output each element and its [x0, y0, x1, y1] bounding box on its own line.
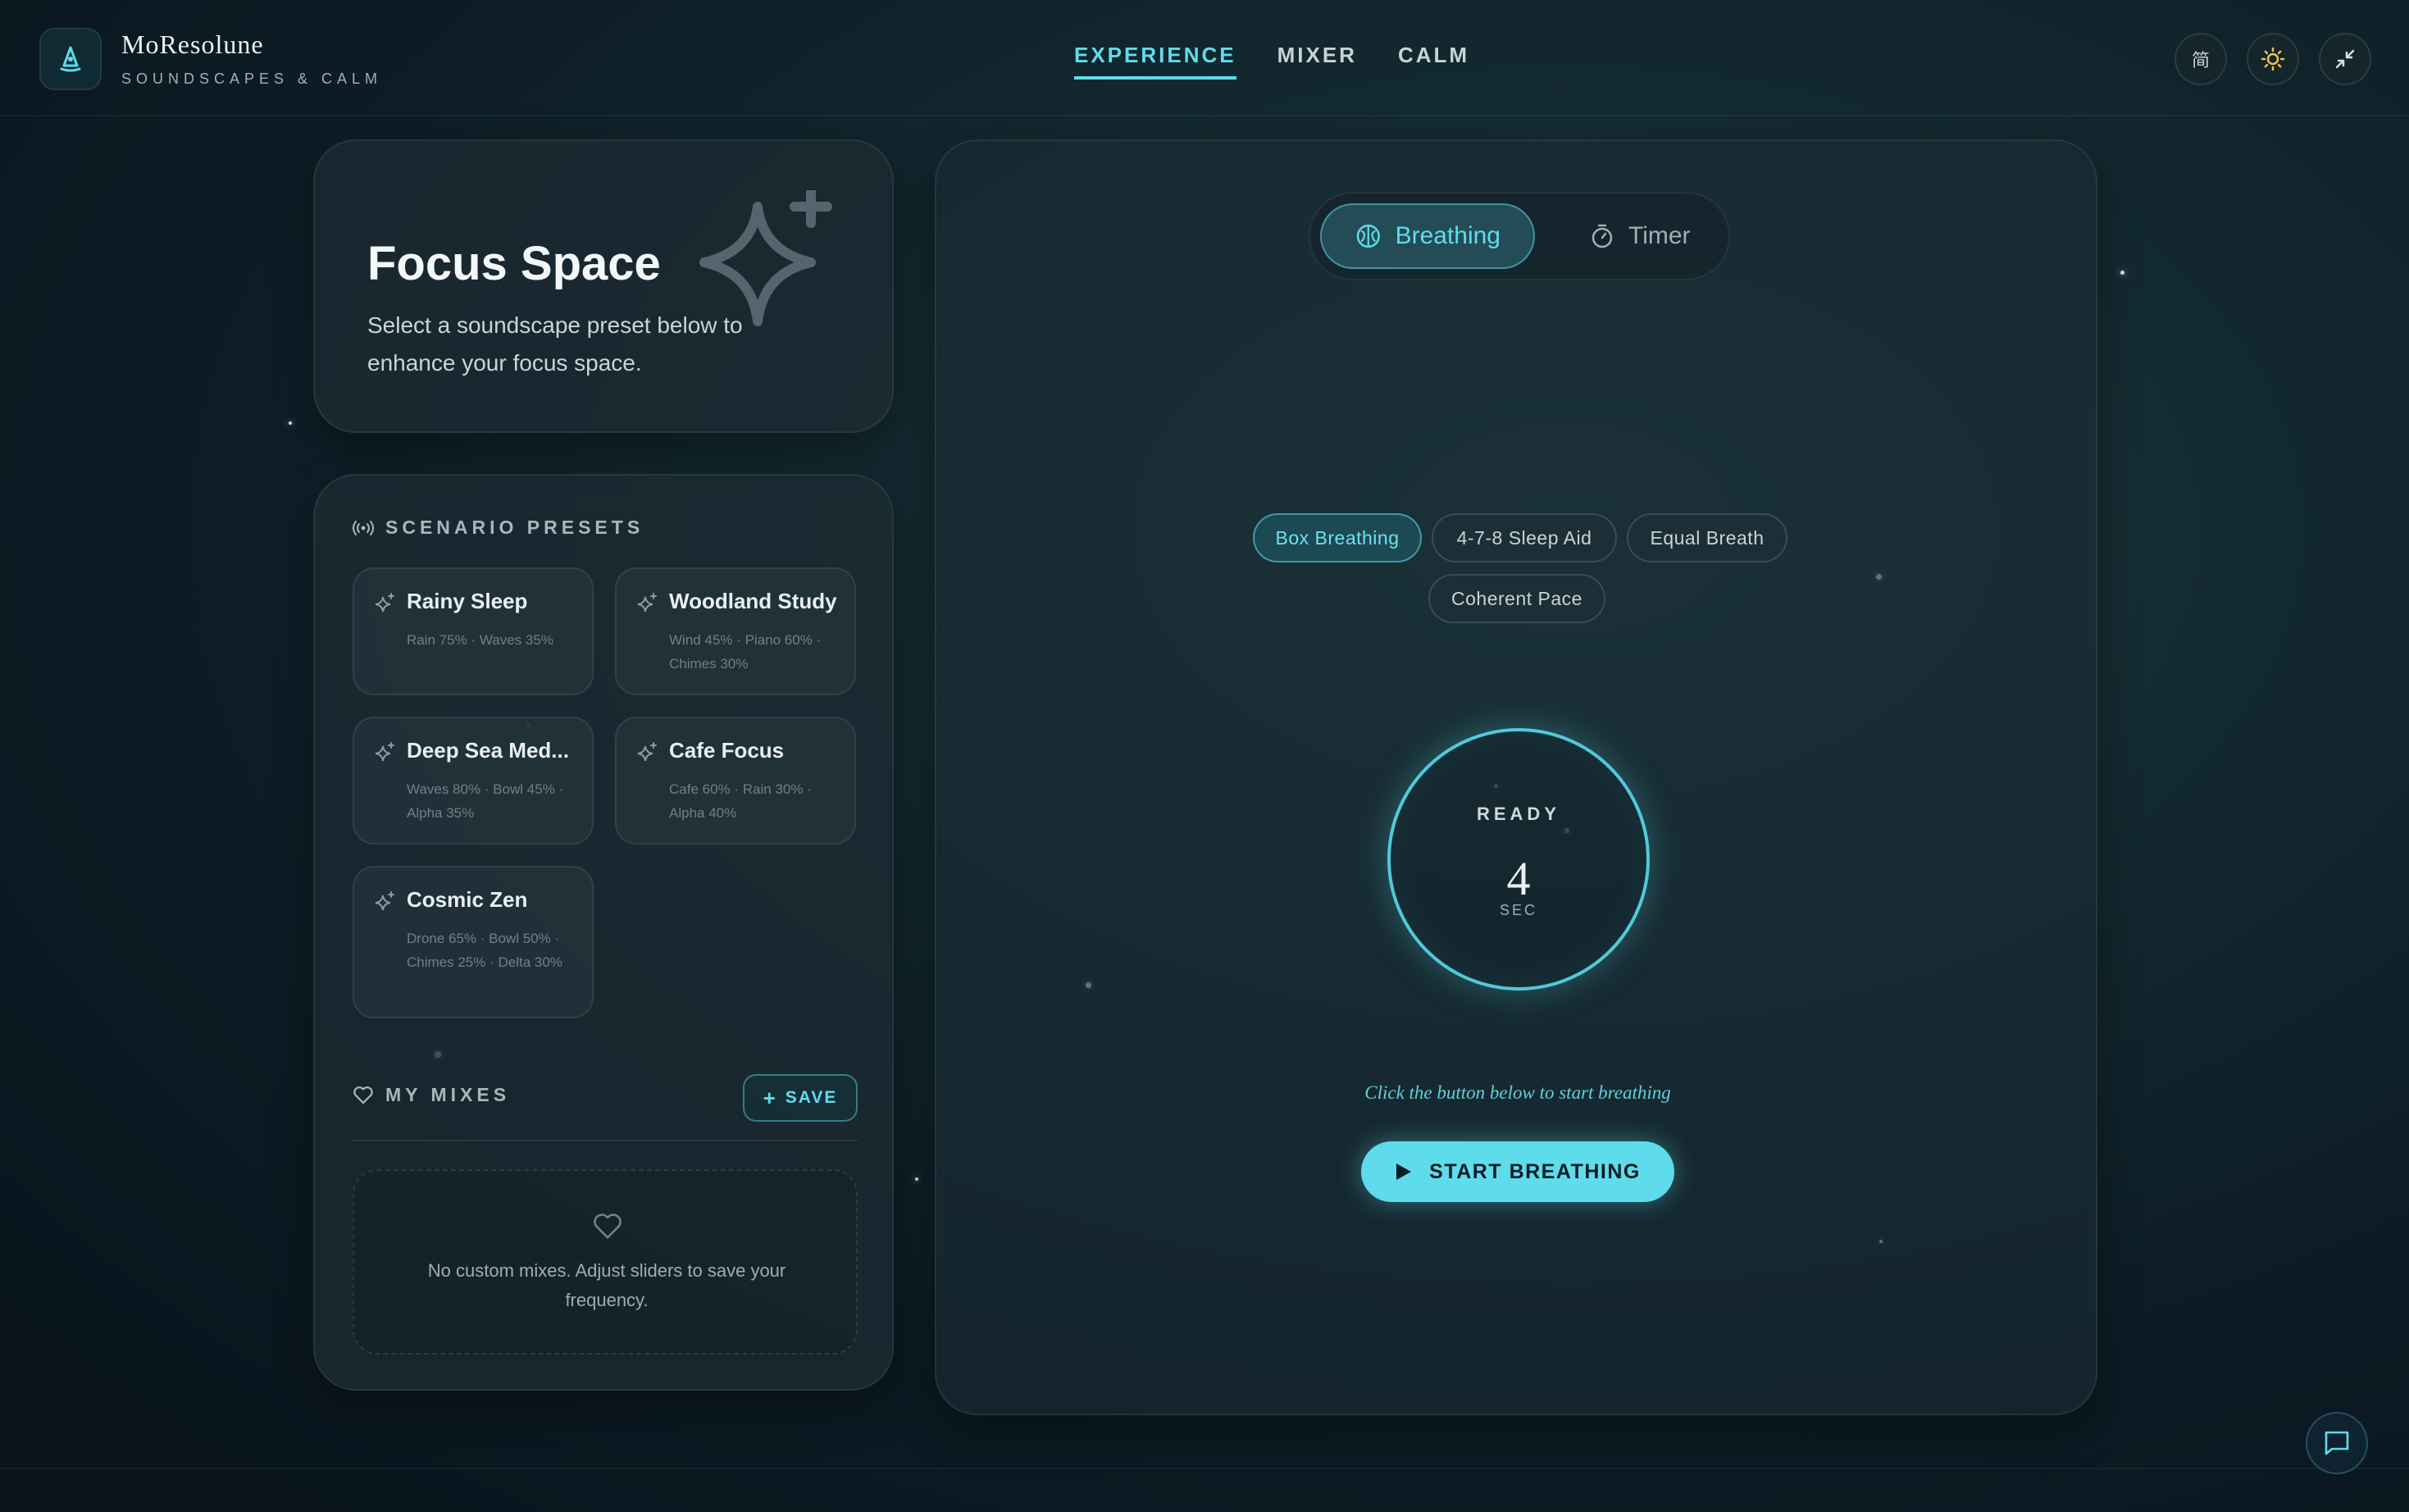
breathing-panel: Breathing Timer Box Breathing 4-7-8 Slee… — [935, 139, 2097, 1415]
brand-name: MoResolune — [121, 30, 264, 59]
brand-logo[interactable] — [39, 28, 102, 90]
scenario-presets-header: SCENARIO PRESETS — [353, 517, 644, 539]
preset-detail: Rain 75% · Waves 35% — [407, 632, 553, 648]
preset-detail: Waves 80% · Bowl 45% · Alpha 35% — [407, 781, 564, 821]
nav-calm[interactable]: CALM — [1398, 43, 1469, 80]
preset-cafe-focus[interactable]: Cafe Focus Cafe 60% · Rain 30% · Alpha 4… — [615, 717, 856, 845]
footer-divider — [0, 1468, 2409, 1469]
tab-breathing[interactable]: Breathing — [1320, 203, 1535, 269]
breathing-ring: READY 4 SEC — [1387, 728, 1650, 991]
plus-icon: + — [763, 1086, 777, 1110]
brain-icon — [1356, 224, 1380, 248]
start-breathing-button[interactable]: START BREATHING — [1361, 1141, 1674, 1202]
section-label: MY MIXES — [385, 1084, 511, 1105]
language-icon: 简 — [2191, 50, 2210, 71]
save-label: SAVE — [785, 1088, 838, 1107]
minimize-icon — [2335, 49, 2355, 69]
chat-icon — [2325, 1431, 2349, 1455]
tab-label: Breathing — [1395, 222, 1501, 249]
breath-count: 4 — [1506, 852, 1531, 905]
pattern-equal-breath[interactable]: Equal Breath — [1627, 513, 1787, 562]
presets-card: SCENARIO PRESETS Rainy Sleep Rain 75% · … — [313, 474, 894, 1391]
pattern-box-breathing[interactable]: Box Breathing — [1253, 513, 1422, 562]
pattern-478-sleep-aid[interactable]: 4-7-8 Sleep Aid — [1432, 513, 1617, 562]
preset-name: Rainy Sleep — [407, 589, 528, 613]
preset-detail: Cafe 60% · Rain 30% · Alpha 40% — [669, 781, 812, 821]
sparkles-icon — [375, 891, 394, 911]
brand-subtitle: SOUNDSCAPES & CALM — [121, 71, 383, 87]
nav-mixer[interactable]: MIXER — [1277, 43, 1357, 80]
breath-state: READY — [1476, 804, 1560, 824]
empty-mixes-state: No custom mixes. Adjust sliders to save … — [353, 1169, 858, 1355]
play-icon — [1396, 1164, 1412, 1180]
preset-name: Woodland Study — [669, 589, 837, 613]
preset-detail: Drone 65% · Bowl 50% · Chimes 25% · Delt… — [407, 931, 562, 970]
nav-experience[interactable]: EXPERIENCE — [1074, 43, 1236, 80]
page-description: Select a soundscape preset below to enha… — [367, 312, 743, 376]
sparkles-icon — [375, 742, 394, 762]
section-label: SCENARIO PRESETS — [385, 517, 644, 538]
main-nav: EXPERIENCE MIXER CALM — [1074, 43, 1469, 80]
focus-card: Focus Space Select a soundscape preset b… — [313, 139, 894, 433]
heart-icon — [594, 1214, 622, 1239]
start-hint: Click the button below to start breathin… — [1364, 1082, 1671, 1103]
sparkles-icon — [637, 742, 657, 762]
broadcast-icon — [353, 520, 374, 535]
preset-name: Deep Sea Med... — [407, 738, 569, 763]
my-mixes-header: MY MIXES — [353, 1084, 510, 1106]
page-title: Focus Space — [367, 237, 661, 290]
preset-woodland-study[interactable]: Woodland Study Wind 45% · Piano 60% · Ch… — [615, 567, 856, 695]
lotus-icon — [60, 46, 81, 72]
start-label: START BREATHING — [1429, 1159, 1641, 1183]
chat-button[interactable] — [2306, 1412, 2368, 1474]
language-button[interactable]: 简 — [2174, 33, 2227, 85]
preset-name: Cafe Focus — [669, 738, 785, 763]
preset-detail: Wind 45% · Piano 60% · Chimes 30% — [669, 632, 822, 672]
app-header: MoResolune SOUNDSCAPES & CALM EXPERIENCE… — [0, 0, 2409, 116]
tab-timer[interactable]: Timer — [1556, 203, 1724, 269]
divider — [353, 1140, 858, 1141]
preset-cosmic-zen[interactable]: Cosmic Zen Drone 65% · Bowl 50% · Chimes… — [353, 866, 594, 1018]
minimize-button[interactable] — [2319, 33, 2371, 85]
empty-message: No custom mixes. Adjust sliders to save … — [427, 1260, 786, 1310]
theme-toggle-button[interactable] — [2247, 33, 2299, 85]
preset-name: Cosmic Zen — [407, 887, 528, 912]
sun-icon — [2261, 47, 2285, 71]
sparkles-icon — [637, 593, 657, 613]
save-mix-button[interactable]: + SAVE — [743, 1074, 858, 1122]
mode-toggle: Breathing Timer — [1309, 192, 1730, 280]
pattern-coherent-pace[interactable]: Coherent Pace — [1428, 574, 1605, 623]
heart-icon — [353, 1086, 373, 1104]
tab-label: Timer — [1628, 222, 1691, 249]
preset-deep-sea-meditation[interactable]: Deep Sea Med... Waves 80% · Bowl 45% · A… — [353, 717, 594, 845]
sparkles-icon — [375, 593, 394, 613]
preset-rainy-sleep[interactable]: Rainy Sleep Rain 75% · Waves 35% — [353, 567, 594, 695]
breath-unit: SEC — [1499, 902, 1537, 918]
timer-icon — [1592, 224, 1613, 248]
